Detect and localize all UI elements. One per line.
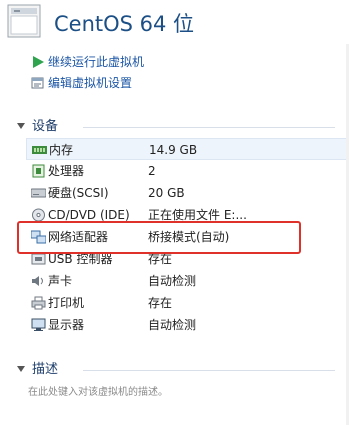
device-value: 2: [148, 164, 156, 178]
usb-icon: [31, 253, 46, 265]
network-adapter-highlight: [17, 221, 301, 254]
edit-settings-icon: [31, 77, 44, 89]
device-value: 14.9 GB: [149, 143, 198, 157]
device-value: 20 GB: [148, 186, 185, 200]
devices-section-label: 设备: [32, 119, 59, 134]
device-value: 存在: [148, 296, 173, 310]
vm-title: CentOS 64 位: [54, 12, 195, 36]
hard-disk-icon: [31, 188, 46, 198]
devices-section-header[interactable]: 设备: [15, 118, 335, 136]
description-section-label: 描述: [32, 362, 59, 377]
memory-icon: [32, 146, 47, 154]
play-icon: [33, 56, 44, 68]
device-value: 自动检测: [148, 318, 197, 332]
section-divider: [83, 370, 335, 371]
collapse-arrow-icon: [17, 123, 25, 129]
device-row-display[interactable]: 显示器 自动检测: [26, 314, 349, 336]
device-row-processor[interactable]: 处理器 2: [26, 160, 349, 182]
device-row-memory[interactable]: 内存 14.9 GB: [26, 138, 349, 160]
device-name: 打印机: [48, 296, 85, 310]
device-name: 声卡: [48, 274, 73, 288]
device-value: 自动检测: [148, 274, 197, 288]
printer-icon: [31, 296, 46, 310]
device-name: 硬盘(SCSI): [48, 186, 109, 200]
collapse-arrow-icon: [17, 366, 25, 372]
processor-icon: [32, 164, 45, 178]
display-icon: [31, 318, 46, 331]
section-divider: [83, 127, 335, 128]
edit-vm-settings-label: 编辑虚拟机设置: [48, 76, 133, 90]
description-section-header[interactable]: 描述: [15, 361, 335, 379]
device-name: 处理器: [48, 164, 85, 178]
description-field[interactable]: 在此处键入对该虚拟机的描述。: [28, 383, 168, 398]
device-row-printer[interactable]: 打印机 存在: [26, 292, 349, 314]
device-name: 显示器: [48, 318, 85, 332]
power-on-vm-label: 继续运行此虚拟机: [48, 55, 145, 69]
device-row-hard-disk[interactable]: 硬盘(SCSI) 20 GB: [26, 182, 349, 204]
virtual-machine-icon: [7, 4, 41, 38]
device-name: 内存: [49, 143, 74, 157]
vm-header: CentOS 64 位: [0, 0, 349, 44]
device-row-sound-card[interactable]: 声卡 自动检测: [26, 270, 349, 292]
sound-card-icon: [32, 276, 43, 286]
cd-dvd-icon: [32, 208, 45, 222]
